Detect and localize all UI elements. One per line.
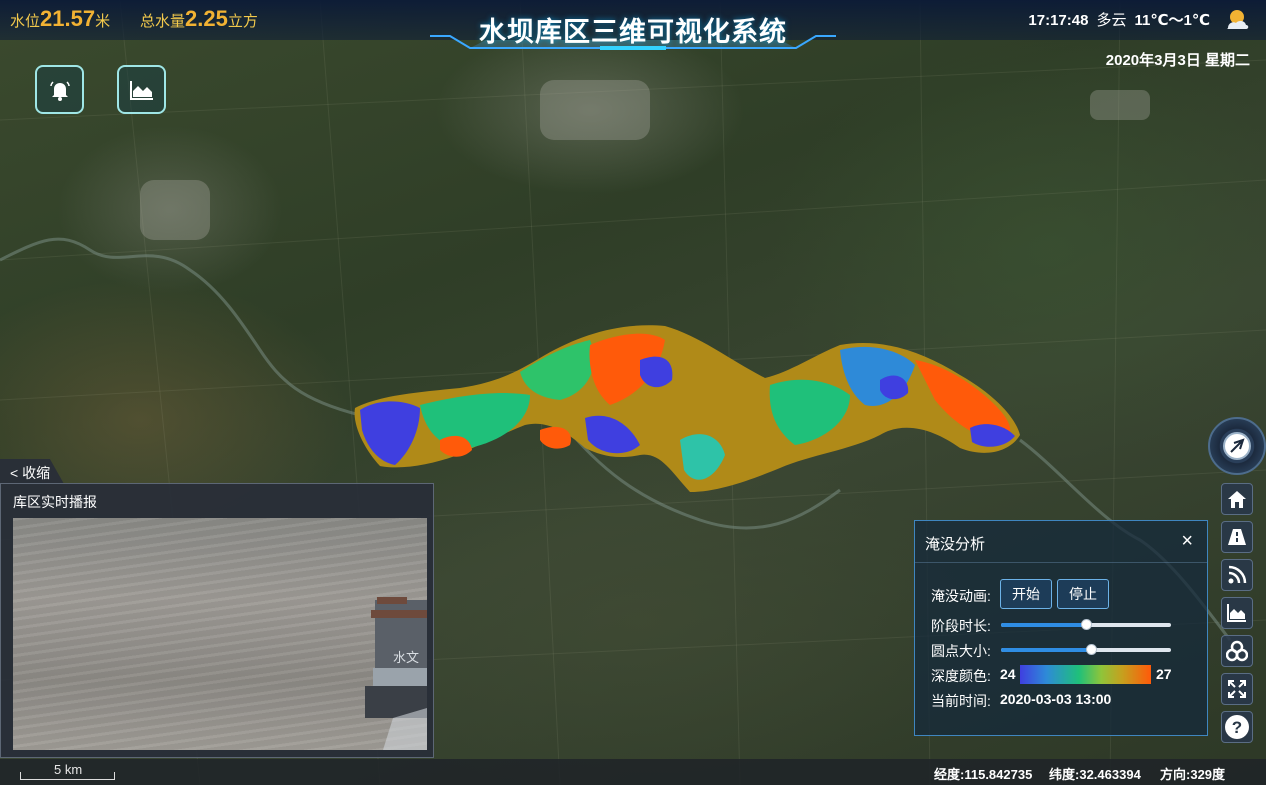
cloudy-sun-icon xyxy=(1227,10,1249,29)
help-button[interactable]: ? xyxy=(1221,711,1253,743)
clock-weather: 17:17:48 多云 11℃～1℃ xyxy=(1020,9,1210,30)
page-title: 水坝库区三维可视化系统 xyxy=(479,17,787,48)
slider-handle[interactable] xyxy=(1081,619,1092,630)
flood-analysis-panel: 淹没分析 × 淹没动画: 开始 停止 阶段时长: 圆点大小: 深度颜色: 24 … xyxy=(914,520,1208,736)
total-volume-stat: 总水量2.25立方 xyxy=(140,6,258,31)
rss-button[interactable] xyxy=(1221,559,1253,591)
scale-bar xyxy=(20,772,115,780)
bell-icon xyxy=(49,80,70,101)
chart-button[interactable] xyxy=(117,65,166,114)
video-feed[interactable]: 水文 xyxy=(13,518,427,750)
temperature: 11℃～1℃ xyxy=(1134,12,1210,29)
total-volume-value: 2.25 xyxy=(185,6,228,31)
help-icon: ? xyxy=(1225,715,1249,739)
longitude: 经度:115.842735 xyxy=(934,767,1033,782)
start-button[interactable]: 开始 xyxy=(1000,579,1052,609)
stop-button[interactable]: 停止 xyxy=(1057,579,1109,609)
area-chart-button[interactable] xyxy=(1221,597,1253,629)
compass-icon xyxy=(1223,432,1251,460)
depth-color-label: 深度颜色: xyxy=(931,668,991,684)
compass[interactable] xyxy=(1208,417,1266,475)
latitude: 纬度:32.463394 xyxy=(1049,767,1141,782)
stage-duration-label: 阶段时长: xyxy=(931,618,991,634)
layers-icon xyxy=(1226,640,1248,662)
fullscreen-icon xyxy=(1228,680,1246,698)
boat-text: 水文 xyxy=(393,651,419,666)
animation-label: 淹没动画: xyxy=(931,588,991,604)
slider-handle[interactable] xyxy=(1086,644,1098,655)
home-icon xyxy=(1228,491,1246,508)
water-level-stat: 水位21.57米 xyxy=(10,6,111,31)
weather-text: 多云 xyxy=(1096,12,1127,29)
boat-scene: 水文 xyxy=(365,597,427,750)
panel-title: 淹没分析 xyxy=(925,536,986,553)
rss-icon xyxy=(1228,565,1247,584)
alarm-button[interactable] xyxy=(35,65,84,114)
close-icon[interactable]: × xyxy=(1181,531,1193,551)
svg-text:?: ? xyxy=(1232,718,1242,737)
road-icon xyxy=(1228,529,1246,545)
area-chart-icon xyxy=(129,80,153,100)
water-level-value: 21.57 xyxy=(40,6,96,31)
depth-min: 24 xyxy=(1000,666,1016,682)
fullscreen-button[interactable] xyxy=(1221,673,1253,705)
depth-color-legend xyxy=(1020,665,1151,684)
road-button[interactable] xyxy=(1221,521,1253,553)
panel-header: 淹没分析 × xyxy=(915,521,1207,563)
current-time-value: 2020-03-03 13:00 xyxy=(1000,691,1112,707)
depth-max: 27 xyxy=(1156,666,1172,682)
area-chart-icon xyxy=(1227,604,1246,622)
video-title: 库区实时播报 xyxy=(13,494,97,510)
current-date: 2020年3月3日 星期二 xyxy=(1105,52,1250,69)
heading: 方向:329度 xyxy=(1160,767,1226,782)
current-time-label: 当前时间: xyxy=(931,693,991,709)
dot-size-label: 圆点大小: xyxy=(931,643,991,659)
layers-button[interactable] xyxy=(1221,635,1253,667)
video-panel: 库区实时播报 水文 xyxy=(0,483,434,758)
current-time: 17:17:48 xyxy=(1028,12,1089,29)
home-button[interactable] xyxy=(1221,483,1253,515)
